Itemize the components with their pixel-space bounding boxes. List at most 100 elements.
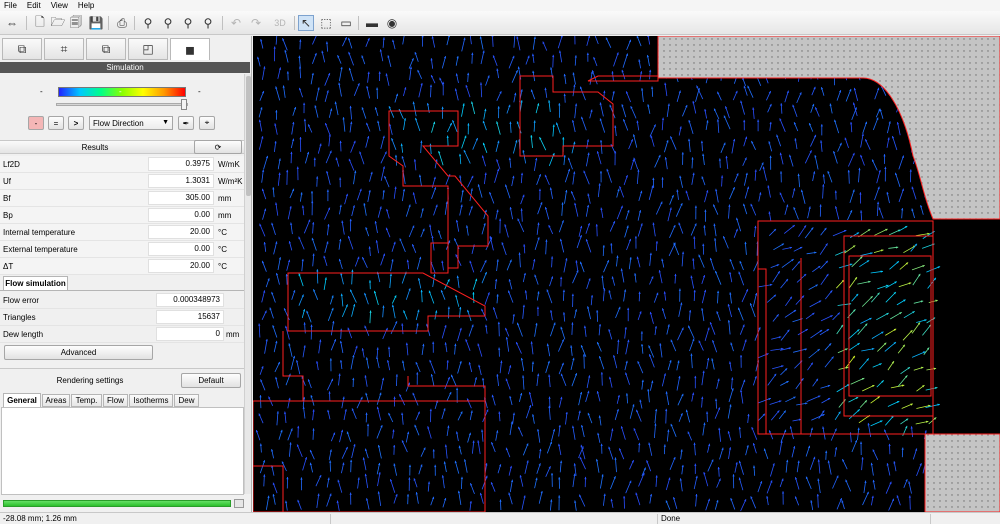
menu-view[interactable]: View xyxy=(51,1,68,10)
flow-value: 0 xyxy=(156,327,224,341)
flow-arrow-head xyxy=(368,246,371,249)
materials-tab-icon[interactable]: ◰ xyxy=(128,38,168,60)
tab-temp[interactable]: Temp. xyxy=(71,394,102,407)
minus-button[interactable]: - xyxy=(28,116,44,130)
flow-arrow-head xyxy=(365,227,368,230)
flow-arrow-head xyxy=(298,66,302,69)
flow-arrow-head xyxy=(599,356,602,359)
flow-arrow-head xyxy=(714,238,717,241)
flow-arrow-head xyxy=(548,396,551,399)
flow-label: Triangles xyxy=(3,313,36,322)
refresh-results-button[interactable]: ⟳ xyxy=(194,140,242,154)
flow-arrow-head xyxy=(446,360,449,363)
swap-icon[interactable]: ⇔ xyxy=(4,15,20,31)
flow-arrow-head xyxy=(520,172,524,176)
probe-button[interactable]: ⌖ xyxy=(199,116,215,130)
select-window-icon[interactable]: ⬚ xyxy=(318,15,334,31)
flow-arrow-head xyxy=(365,412,368,415)
flow-arrow-head xyxy=(901,208,904,211)
save-icon[interactable]: 💾 xyxy=(88,15,104,31)
default-button[interactable]: Default xyxy=(181,373,241,388)
flow-arrow-head xyxy=(533,120,536,123)
panel-scrollbar[interactable] xyxy=(244,74,251,494)
flow-arrow-head xyxy=(259,395,262,398)
toolbar-separator xyxy=(222,16,223,30)
zoom-fit-icon[interactable]: ⚲ xyxy=(180,15,196,31)
pipette-button[interactable]: ✒ xyxy=(178,116,194,130)
next-button[interactable]: > xyxy=(68,116,84,130)
flow-arrow xyxy=(806,395,821,402)
flow-arrow-head xyxy=(717,467,720,470)
display-mode-select[interactable]: Flow Direction ▼ xyxy=(89,116,173,130)
flow-arrow-head xyxy=(446,135,449,138)
flow-arrow-head xyxy=(286,169,289,173)
flow-arrow-head xyxy=(732,474,735,477)
scrollbar-thumb[interactable] xyxy=(246,76,251,196)
flow-arrow-head xyxy=(860,210,863,213)
tab-isotherms[interactable]: Isotherms xyxy=(129,394,173,407)
flow-arrow-head xyxy=(523,244,526,247)
result-row: ΔT 20.00 °C xyxy=(0,258,244,275)
grid-tab-icon[interactable]: ⌗ xyxy=(44,38,84,60)
flow-arrow xyxy=(517,218,525,233)
flow-arrow-head xyxy=(714,398,718,401)
flow-arrow-head xyxy=(638,291,641,294)
print-icon[interactable]: ⎙ xyxy=(114,15,130,31)
undo-icon[interactable]: ↶ xyxy=(228,15,244,31)
comment-icon[interactable]: ▬ xyxy=(364,15,380,31)
flow-arrow-head xyxy=(313,157,316,160)
scale-slider-handle[interactable] xyxy=(181,99,187,110)
flow-arrow-head xyxy=(819,204,822,207)
flow-arrow-head xyxy=(467,123,470,126)
zoom-in-icon[interactable]: ⚲ xyxy=(140,15,156,31)
zoom-window-icon[interactable]: ⚲ xyxy=(200,15,216,31)
result-unit: mm xyxy=(218,194,232,203)
flow-arrow-head xyxy=(316,176,319,179)
flow-arrow xyxy=(836,383,850,393)
geometry-tab-icon[interactable]: ⧉ xyxy=(2,38,42,60)
open-file-icon[interactable]: 🗐 xyxy=(68,15,84,31)
flow-arrow xyxy=(545,239,547,255)
tab-general[interactable]: General xyxy=(3,393,41,407)
flow-arrow xyxy=(513,36,516,48)
boundary-tab-icon[interactable]: ⧉ xyxy=(86,38,126,60)
menu-file[interactable]: File xyxy=(4,1,17,10)
flow-arrow-head xyxy=(638,442,641,446)
flow-arrow-head xyxy=(888,443,891,447)
result-label: Internal temperature xyxy=(3,228,76,237)
flow-arrow-head xyxy=(290,151,293,155)
flow-arrow-head xyxy=(312,253,315,256)
tab-areas[interactable]: Areas xyxy=(42,394,70,407)
flow-arrow-head xyxy=(366,423,370,426)
result-row: Internal temperature 20.00 °C xyxy=(0,224,244,241)
open-folder-icon[interactable]: 🗁 xyxy=(50,15,66,31)
menu-help[interactable]: Help xyxy=(78,1,94,10)
redo-icon[interactable]: ↷ xyxy=(248,15,264,31)
view-eye-icon[interactable]: ◉ xyxy=(384,15,400,31)
flow-arrow-head xyxy=(382,37,385,40)
tab-dew[interactable]: Dew xyxy=(174,394,199,407)
flow-arrow-head xyxy=(625,175,628,178)
flow-arrow-head xyxy=(627,307,630,311)
advanced-button[interactable]: Advanced xyxy=(4,345,153,360)
select-cursor-icon[interactable]: ↖ xyxy=(298,15,314,31)
new-file-icon[interactable]: 🗋 xyxy=(32,15,48,31)
flow-arrow-head xyxy=(394,154,398,158)
tab-flow-simulation[interactable]: Flow simulation xyxy=(3,276,68,290)
scale-slider-track[interactable] xyxy=(56,103,188,106)
flow-arrow-head xyxy=(752,107,755,110)
3d-view-icon[interactable]: 3D xyxy=(270,15,290,31)
measure-ruler-icon[interactable]: ▭ xyxy=(338,15,354,31)
flow-arrow-head xyxy=(725,106,728,109)
flow-arrow-head xyxy=(368,280,372,283)
tab-flow[interactable]: Flow xyxy=(103,394,128,407)
progress-cancel-button[interactable] xyxy=(234,499,244,508)
flow-arrow-head xyxy=(655,475,658,478)
flow-field-canvas[interactable] xyxy=(253,36,1000,512)
zoom-out-icon[interactable]: ⚲ xyxy=(160,15,176,31)
equal-button[interactable]: = xyxy=(48,116,64,130)
simulation-viewport[interactable] xyxy=(253,36,1000,512)
simulation-tab-icon[interactable]: ◼ xyxy=(170,38,210,60)
flow-arrow-head xyxy=(553,322,556,325)
menu-edit[interactable]: Edit xyxy=(27,1,41,10)
